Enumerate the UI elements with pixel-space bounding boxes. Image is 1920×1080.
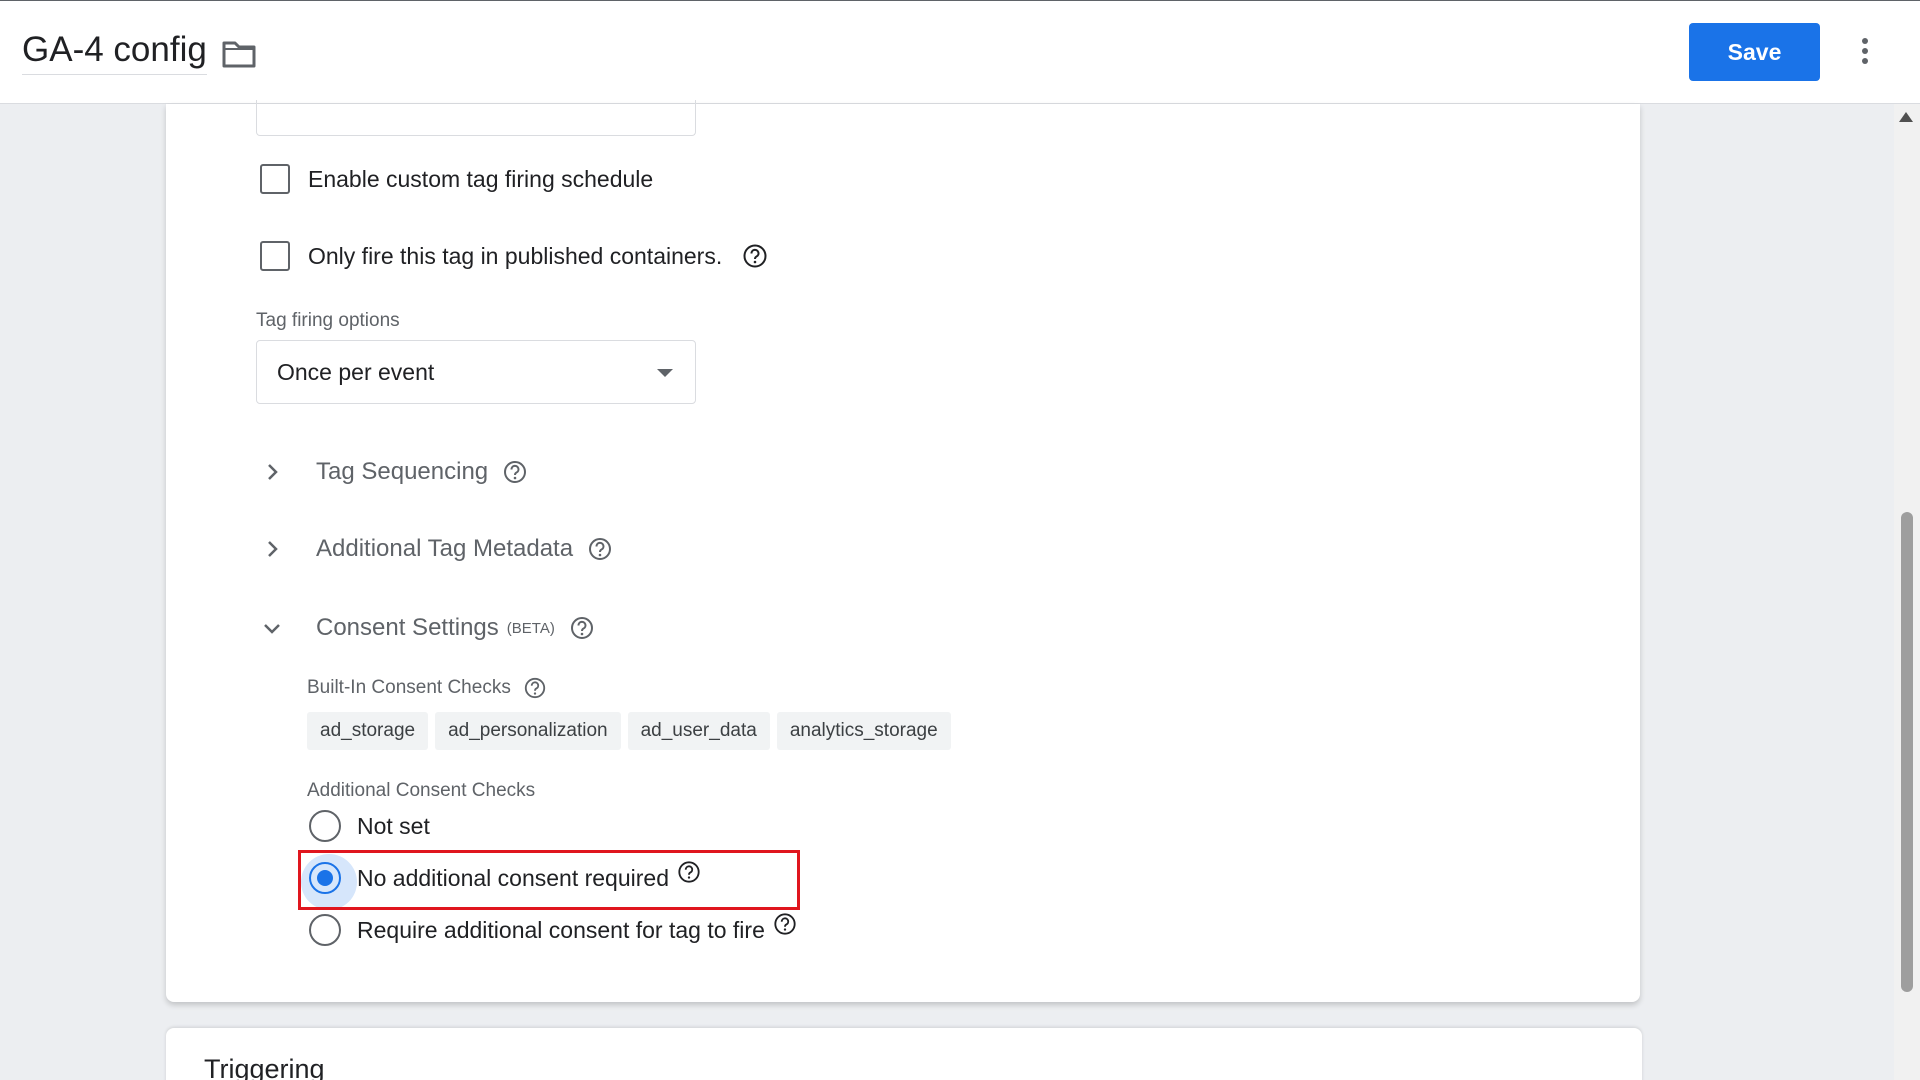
consent-chip: analytics_storage [776,712,951,750]
radio-button[interactable] [309,914,341,946]
built-in-consent-label: Built-In Consent Checks [307,677,511,698]
custom-schedule-label: Enable custom tag firing schedule [308,165,654,192]
more-vert-icon[interactable] [1856,34,1874,70]
radio-not-set[interactable]: Not set [309,810,430,842]
radio-no-additional-consent[interactable]: No additional consent required [301,854,701,910]
radio-button-selected[interactable] [301,854,357,910]
consent-settings-section[interactable]: Consent Settings (BETA) [262,614,595,642]
published-only-checkbox[interactable] [260,241,290,271]
additional-metadata-title: Additional Tag Metadata [316,535,574,562]
additional-metadata-section[interactable]: Additional Tag Metadata [262,535,613,563]
built-in-consent-label-row: Built-In Consent Checks [307,676,547,700]
published-only-label: Only fire this tag in published containe… [308,242,723,269]
published-only-row[interactable]: Only fire this tag in published containe… [260,241,768,271]
tag-firing-options-select[interactable]: Once per event [256,340,696,404]
advanced-settings-card: Enable custom tag firing schedule Only f… [166,100,1640,1002]
page-title[interactable]: GA-4 config [22,30,207,75]
triggering-card[interactable]: Triggering [166,1028,1642,1080]
radio-require-consent[interactable]: Require additional consent for tag to fi… [309,912,797,946]
consent-chip: ad_personalization [435,712,621,750]
scroll-up-arrow-icon[interactable] [1899,112,1913,122]
vertical-scrollbar[interactable] [1894,104,1920,1080]
consent-settings-title: Consent Settings [316,614,499,641]
tag-sequencing-section[interactable]: Tag Sequencing [262,458,528,486]
help-icon[interactable] [677,860,701,884]
additional-consent-label: Additional Consent Checks [307,780,536,801]
top-bar: GA-4 config Save [0,0,1920,104]
radio-label: No additional consent required [357,864,669,891]
help-icon[interactable] [523,676,547,700]
triggering-title: Triggering [204,1054,325,1080]
consent-chip: ad_storage [307,712,429,750]
chevron-right-icon [268,464,278,480]
consent-chip: ad_user_data [627,712,770,750]
beta-badge: (BETA) [506,619,555,637]
help-icon[interactable] [569,615,595,641]
radio-label: Not set [357,812,430,839]
custom-schedule-checkbox[interactable] [260,164,290,194]
help-icon[interactable] [742,243,768,269]
chevron-right-icon [268,541,278,557]
dropdown-arrow-icon [657,369,673,377]
built-in-consent-chips: ad_storage ad_personalization ad_user_da… [307,712,958,750]
chevron-down-icon [264,624,280,634]
focus-halo [301,854,357,910]
custom-schedule-row[interactable]: Enable custom tag firing schedule [260,164,653,194]
radio-label: Require additional consent for tag to fi… [357,916,765,943]
radio-button[interactable] [309,810,341,842]
tag-firing-options-value: Once per event [277,359,435,385]
previous-field[interactable] [256,100,696,136]
save-button[interactable]: Save [1689,23,1820,81]
scroll-thumb[interactable] [1901,512,1913,992]
folder-icon[interactable] [222,39,256,69]
help-icon[interactable] [502,459,528,485]
help-icon[interactable] [587,536,613,562]
help-icon[interactable] [773,912,797,936]
tag-sequencing-title: Tag Sequencing [316,458,489,485]
tag-firing-options-label: Tag firing options [256,310,400,331]
